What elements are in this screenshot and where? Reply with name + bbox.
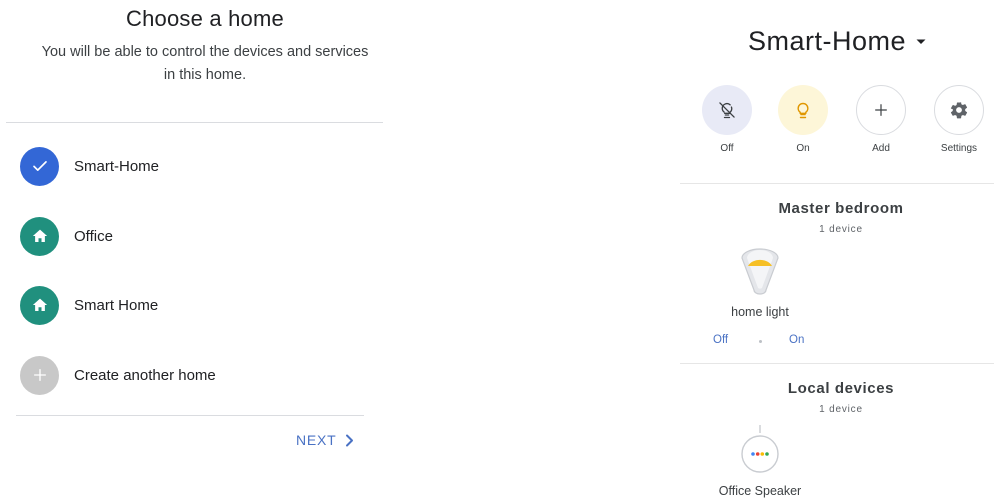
room-title: Local devices — [787, 380, 895, 397]
home-icon — [20, 285, 59, 325]
smart-speaker-icon[interactable] — [739, 425, 781, 480]
lightbulb-icon — [778, 85, 828, 135]
page-subtitle: You will be able to control the devices … — [41, 44, 369, 83]
home-option-label: Office — [74, 227, 113, 245]
quick-action-label: Settings — [940, 143, 978, 154]
lights-off-button[interactable]: Off — [701, 85, 753, 154]
home-name: Smart-Home — [747, 26, 907, 56]
home-option-smart-home[interactable]: Smart-Home — [20, 146, 380, 186]
device-on-button[interactable]: On — [789, 334, 804, 346]
light-bulb-icon[interactable] — [738, 244, 782, 305]
divider — [680, 363, 994, 364]
home-screen-panel: Smart-Home Off On Add Settings Master be… — [680, 0, 994, 501]
light-off-icon — [702, 85, 752, 135]
home-option-smart-home-2[interactable]: Smart Home — [20, 285, 380, 325]
home-option-label: Smart Home — [74, 296, 159, 314]
room-device-count: 1 device — [819, 404, 863, 415]
separator-dot — [759, 340, 762, 343]
chevron-right-icon — [345, 434, 353, 446]
plus-icon — [20, 355, 59, 395]
home-option-label: Create another home — [74, 366, 216, 384]
home-selector[interactable]: Smart-Home — [680, 26, 994, 57]
home-icon — [20, 216, 59, 256]
home-option-office[interactable]: Office — [20, 216, 380, 256]
next-button[interactable]: NEXT — [296, 429, 354, 451]
choose-home-panel: Choose a home You will be able to contro… — [0, 0, 410, 501]
page-title: Choose a home — [126, 6, 284, 31]
plus-icon — [856, 85, 906, 135]
home-option-label: Smart-Home — [74, 157, 160, 175]
quick-action-label: Off — [720, 143, 734, 154]
quick-action-label: On — [796, 143, 810, 154]
check-icon — [20, 146, 59, 186]
divider — [6, 122, 383, 123]
device-name: home light — [731, 305, 789, 319]
add-button[interactable]: Add — [855, 85, 907, 154]
create-home-button[interactable]: Create another home — [20, 355, 380, 395]
divider — [680, 183, 994, 184]
settings-button[interactable]: Settings — [933, 85, 985, 154]
lights-on-button[interactable]: On — [777, 85, 829, 154]
divider — [16, 415, 364, 416]
room-title: Master bedroom — [778, 200, 904, 217]
next-button-label: NEXT — [296, 432, 337, 448]
device-off-button[interactable]: Off — [713, 334, 728, 346]
dropdown-arrow-icon — [916, 39, 926, 44]
device-name: Office Speaker — [718, 484, 802, 498]
quick-action-label: Add — [872, 143, 890, 154]
room-device-count: 1 device — [819, 224, 863, 235]
gear-icon — [934, 85, 984, 135]
